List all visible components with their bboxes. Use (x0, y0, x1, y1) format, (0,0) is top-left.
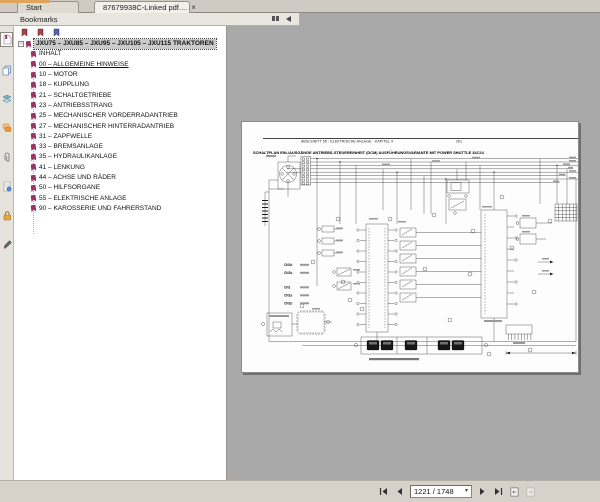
bookmark-icon (31, 102, 37, 109)
sidebar-item-attachments[interactable] (1, 151, 12, 163)
bookmark-icon (31, 92, 37, 99)
first-page-button[interactable] (378, 486, 389, 497)
bookmark-item[interactable]: 25 – MECHANISCHER VORDERRADANTRIEB (14, 111, 226, 121)
bookmarks-panel-header: Bookmarks (0, 13, 300, 26)
signature-icon (2, 181, 12, 192)
prev-page-button[interactable] (394, 486, 405, 497)
bookmark-item[interactable]: 10 – MOTOR (14, 70, 226, 80)
bookmarks-panel: − JXU75 – JXU85 – JXU95 – JXU105 – JXU11… (14, 26, 227, 480)
navigation-pane-strip (0, 26, 14, 480)
bookmark-icon (31, 174, 37, 181)
pen-icon (2, 239, 12, 250)
collapse-panel-icon[interactable] (286, 16, 291, 22)
bookmark-item[interactable]: 55 – ELEKTRISCHE ANLAGE (14, 193, 226, 203)
connector-label: CN1a (284, 294, 292, 298)
bookmarks-panel-title: Bookmarks (20, 15, 272, 24)
last-page-button[interactable] (493, 486, 504, 497)
bookmarks-options-icon[interactable] (272, 16, 281, 22)
bookmark-icon (31, 195, 37, 202)
bookmark-action-icon-3[interactable] (53, 28, 60, 37)
connector-label: CN1 (284, 286, 291, 290)
bookmark-item[interactable]: 90 – KAROSSERIE UND FAHRERSTAND (14, 204, 226, 214)
collapse-expander-icon[interactable]: − (18, 41, 24, 47)
bookmark-root-item[interactable]: − JXU75 – JXU85 – JXU95 – JXU105 – JXU11… (14, 39, 226, 49)
wiring-diagram: CN1b CN1b CN1 CN1a CN1b (242, 122, 580, 374)
sidebar-item-signatures[interactable] (1, 180, 12, 192)
tab-document-label: 87679938C-Linked pdf.... (103, 2, 187, 14)
bookmark-item[interactable]: 21 – SCHALTGETRIEBE (14, 90, 226, 100)
bookmark-icon (31, 123, 37, 130)
bookmark-icon (31, 154, 37, 161)
bookmark-icon (31, 133, 37, 140)
bookmark-item[interactable]: INHALT (14, 49, 226, 59)
sidebar-item-bookmarks[interactable] (0, 32, 13, 47)
comments-icon (2, 123, 12, 134)
pdf-page: ABSCHNITT 55 - ELEKTRISCHE ANLAGE - KAPI… (241, 121, 579, 373)
bookmarks-page-icon (2, 34, 12, 45)
sidebar-item-comments[interactable] (1, 122, 12, 134)
pdf-viewer-window: Start 87679938C-Linked pdf.... × ABSCHNI… (0, 0, 600, 502)
bookmark-icon (31, 51, 37, 58)
previous-view-button[interactable] (509, 486, 520, 497)
status-bar: 1221 / 1748 ▾ (0, 480, 600, 502)
bookmark-item[interactable]: 31 – ZAPFWELLE (14, 132, 226, 142)
bookmark-icon (31, 185, 37, 192)
window-accent (0, 0, 50, 3)
bookmark-item[interactable]: 44 – ACHSE UND RÄDER (14, 173, 226, 183)
connector-label: CN1b (284, 263, 292, 267)
page-number-field[interactable]: 1221 / 1748 ▾ (410, 485, 472, 498)
bookmark-icon (26, 40, 32, 47)
close-icon[interactable]: × (191, 3, 196, 13)
next-page-button[interactable] (477, 486, 488, 497)
lock-icon (2, 210, 12, 221)
bookmark-item[interactable]: 41 – LENKUNG (14, 163, 226, 173)
layers-icon (2, 94, 12, 105)
sidebar-item-pages[interactable] (1, 64, 12, 76)
bookmark-icon (31, 61, 37, 68)
sidebar-item-layers[interactable] (1, 93, 12, 105)
bookmark-icon (31, 143, 37, 150)
bookmark-icon (31, 71, 37, 78)
bookmark-item[interactable]: 33 – BREMSANLAGE (14, 142, 226, 152)
bookmark-item-current[interactable]: 00 – ALLGEMEINE HINWEISE (14, 60, 226, 70)
bookmark-action-icon-2[interactable] (37, 28, 44, 37)
bookmark-item[interactable]: 27 – MECHANISCHER HINTERRADANTRIEB (14, 121, 226, 131)
connector-label: CN1b (284, 271, 292, 275)
bookmark-item[interactable]: 23 – ANTRIEBSSTRANG (14, 101, 226, 111)
tab-start-label: Start (26, 3, 42, 12)
bookmark-icon (31, 164, 37, 171)
bookmark-item[interactable]: 50 – HILFSORGANE (14, 183, 226, 193)
paperclip-icon (2, 152, 12, 163)
page-thumbnails-icon (2, 65, 12, 76)
tab-document[interactable]: 87679938C-Linked pdf.... × (94, 1, 190, 13)
bookmark-icon (31, 205, 37, 212)
bookmark-item[interactable]: 35 – HYDRAULIKANLAGE (14, 152, 226, 162)
document-area[interactable]: ABSCHNITT 55 - ELEKTRISCHE ANLAGE - KAPI… (227, 13, 600, 480)
sidebar-item-security[interactable] (1, 209, 12, 221)
chevron-down-icon[interactable]: ▾ (465, 486, 468, 497)
bookmark-icon (31, 82, 37, 89)
bookmark-item[interactable]: 18 – KUPPLUNG (14, 80, 226, 90)
bookmarks-toolbar (14, 26, 226, 39)
tab-bar: Start 87679938C-Linked pdf.... × (0, 0, 600, 13)
bookmark-icon (31, 112, 37, 119)
next-view-button[interactable] (525, 486, 536, 497)
bookmark-action-icon-1[interactable] (21, 28, 28, 37)
connector-label: CN1b (284, 302, 292, 306)
sidebar-item-ink-sign[interactable] (1, 238, 12, 250)
